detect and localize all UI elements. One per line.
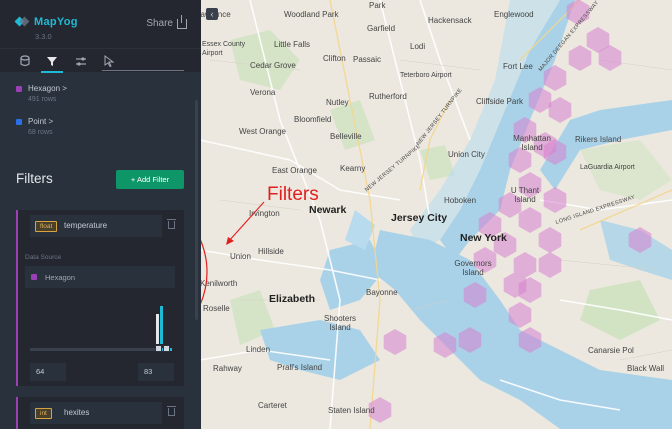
layer-row-count: 491 rows — [28, 96, 57, 103]
annotation-label: Filters — [267, 184, 319, 205]
collapse-panel-button[interactable]: ‹ — [206, 8, 218, 20]
layer-row-count: 68 rows — [28, 129, 53, 136]
logo-icon — [14, 16, 30, 27]
layer-name: Point > — [28, 117, 54, 126]
range-slider-handle-max[interactable] — [163, 345, 170, 352]
range-max-input[interactable]: 83 — [138, 363, 174, 381]
layer-item-hexagon[interactable]: Hexagon > 491 rows — [16, 84, 187, 103]
tab-filters[interactable] — [41, 54, 63, 73]
panel-header: MapYog 3.3.0 Share — [0, 0, 201, 48]
filter-field-select[interactable]: int hexites — [30, 402, 162, 424]
layer-list: Hexagon > 491 rows Point > 68 rows — [0, 72, 201, 136]
layer-color-swatch — [31, 274, 37, 280]
tab-divider — [102, 70, 184, 71]
filter-field-select[interactable]: float temperature — [30, 215, 162, 237]
tab-layers[interactable] — [18, 54, 32, 68]
app-version: 3.3.0 — [35, 32, 52, 41]
side-panel: MapYog 3.3.0 Share Hexagon > 491 rows Po… — [0, 0, 201, 429]
range-histogram — [156, 306, 163, 344]
filter-icon — [47, 57, 57, 66]
filters-header: Filters + Add Filter — [16, 170, 184, 190]
layer-color-swatch — [16, 118, 22, 125]
panel-tabs — [0, 48, 201, 73]
data-source-label: Data Source — [25, 254, 62, 261]
layer-color-swatch — [16, 85, 22, 92]
trash-icon[interactable] — [167, 219, 176, 229]
range-slider-track[interactable] — [30, 348, 172, 351]
trash-icon[interactable] — [167, 406, 176, 416]
add-filter-button[interactable]: + Add Filter — [116, 170, 184, 189]
layer-name: Hexagon > — [28, 84, 67, 93]
data-source-select[interactable]: Hexagon — [25, 266, 175, 288]
tab-base-map[interactable] — [102, 54, 116, 68]
cursor-icon — [104, 55, 115, 68]
sliders-icon — [76, 57, 86, 66]
range-min-input[interactable]: 64 — [30, 363, 66, 381]
app-name: MapYog — [34, 16, 78, 28]
range-slider-handle-min[interactable] — [155, 345, 162, 352]
filter-card: int hexites — [16, 397, 184, 429]
layers-icon — [20, 55, 30, 67]
app-logo: MapYog — [14, 16, 78, 28]
filters-title: Filters — [16, 171, 53, 186]
field-name: temperature — [64, 221, 108, 230]
share-label: Share — [146, 18, 173, 29]
field-type-badge: float — [35, 221, 58, 232]
filter-card: float temperature Data Source Hexagon 64… — [16, 210, 184, 386]
data-source-value: Hexagon — [45, 273, 76, 282]
tab-interactions[interactable] — [74, 54, 88, 68]
upload-icon — [177, 14, 187, 29]
share-button[interactable]: Share — [146, 14, 187, 29]
layer-item-point[interactable]: Point > 68 rows — [16, 117, 187, 136]
field-type-badge: int — [35, 408, 52, 419]
panel-scrollbar[interactable] — [195, 100, 198, 320]
field-name: hexites — [64, 408, 90, 417]
